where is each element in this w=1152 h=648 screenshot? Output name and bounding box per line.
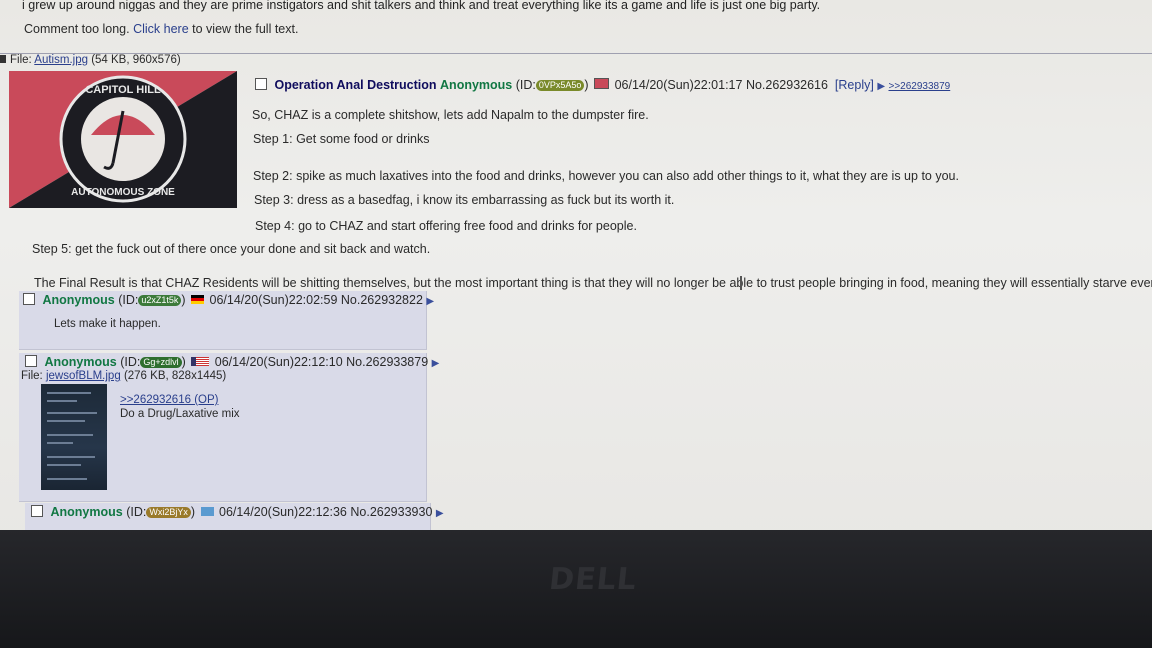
op-post-header: Operation Anal Destruction Anonymous (ID…: [255, 78, 950, 92]
flag-icon: [594, 78, 610, 89]
reply-file-label: File:: [21, 370, 43, 382]
op-id-prefix: (ID:: [515, 78, 536, 92]
previous-post-text: i grew up around niggas and they are pri…: [22, 0, 821, 12]
click-here-link[interactable]: Click here: [133, 22, 189, 36]
reply-name: Anonymous: [42, 293, 115, 307]
op-file-size: (54 KB, 960x576): [91, 54, 181, 66]
comment-too-long-notice: Comment too long. Click here to view the…: [24, 22, 298, 36]
op-body-line-7: The Final Result is that CHAZ Residents …: [34, 276, 1152, 290]
op-poster-id[interactable]: 0VPx5A5o: [535, 80, 585, 91]
post-menu-arrow-icon[interactable]: ▶: [426, 296, 434, 307]
reply-datetime: 06/14/20(Sun)22:02:59: [209, 293, 338, 307]
checkbox-icon[interactable]: [255, 78, 267, 90]
view-full-text-label: to view the full text.: [192, 22, 299, 36]
reply-body: Lets make it happen.: [54, 318, 161, 330]
op-body-line-6: Step 5: get the fuck out of there once y…: [32, 242, 431, 256]
reply-datetime: 06/14/20(Sun)22:12:10: [214, 355, 343, 369]
post-menu-arrow-icon[interactable]: ▶: [432, 358, 440, 369]
op-subject: Operation Anal Destruction: [274, 78, 437, 92]
reply-post-number[interactable]: No.262933930: [350, 505, 432, 519]
checkbox-icon[interactable]: [31, 505, 43, 517]
text-cursor-icon: [740, 276, 742, 290]
reply-file-info: File: jewsofBLM.jpg (276 KB, 828x1445): [21, 370, 226, 382]
reply-name: Anonymous: [50, 505, 123, 519]
reply-name: Anonymous: [44, 355, 117, 369]
op-body-line-3: Step 2: spike as much laxatives into the…: [253, 169, 959, 183]
flag-text-top: CAPITOL HILL: [85, 84, 161, 96]
op-datetime: 06/14/20(Sun)22:01:17: [614, 78, 743, 92]
reply-id-suffix: ): [190, 505, 196, 519]
reply-post: Anonymous (ID: u2xZ1t5k) 06/14/20(Sun)22:…: [19, 291, 434, 350]
op-backlink[interactable]: >>262933879: [889, 81, 951, 92]
op-post-number[interactable]: No.262932616: [746, 78, 828, 92]
reply-poster-id[interactable]: Wxi2BjYx: [146, 507, 191, 518]
reply-id-suffix: ): [181, 293, 186, 307]
chaz-flag-image: CAPITOL HILL AUTONOMOUS ZONE: [9, 71, 237, 208]
op-body-line-5: Step 4: go to CHAZ and start offering fr…: [255, 219, 637, 233]
op-body-line-1: So, CHAZ is a complete shitshow, lets ad…: [252, 108, 649, 122]
op-body-line-2: Step 1: Get some food or drinks: [253, 132, 430, 146]
flag-icon: [191, 295, 205, 304]
checkbox-icon[interactable]: [23, 293, 35, 305]
reply-poster-id[interactable]: Gg+zdlvl: [140, 357, 182, 368]
reply-file-link[interactable]: jewsofBLM.jpg: [46, 370, 121, 382]
file-marker-icon: [0, 55, 6, 63]
op-file-info: File: Autism.jpg (54 KB, 960x576): [10, 54, 181, 66]
reply-file-size: (276 KB, 828x1445): [123, 370, 227, 382]
reply-thumbnail-image[interactable]: [41, 384, 107, 490]
reply-post-number[interactable]: No.262932822: [341, 293, 423, 307]
checkbox-icon[interactable]: [25, 355, 37, 367]
reply-poster-id[interactable]: u2xZ1t5k: [138, 295, 182, 306]
op-file-link[interactable]: Autism.jpg: [34, 54, 88, 66]
reply-body: Do a Drug/Laxative mix: [120, 408, 240, 420]
reply-quote-link[interactable]: >>262932616 (OP): [120, 394, 218, 406]
op-reply-link[interactable]: [Reply]: [835, 78, 874, 92]
reply-id-prefix: (ID:: [118, 293, 139, 307]
flag-icon: [191, 357, 210, 366]
reply-id-suffix: ): [181, 355, 186, 369]
browser-viewport: i grew up around niggas and they are pri…: [0, 0, 1152, 556]
op-body-line-4: Step 3: dress as a basedfag, i know its …: [254, 193, 675, 207]
reply-id-prefix: (ID:: [120, 355, 141, 369]
flag-icon: [200, 507, 214, 516]
reply-id-prefix: (ID:: [126, 505, 147, 519]
post-menu-arrow-icon[interactable]: ▶: [877, 81, 885, 92]
reply-post-number[interactable]: No.262933879: [346, 355, 428, 369]
reply-header: Anonymous (ID: Gg+zdlvl) 06/14/20(Sun)22:…: [25, 355, 439, 369]
op-file-label: File:: [10, 54, 32, 66]
flag-text-bottom: AUTONOMOUS ZONE: [71, 187, 175, 198]
post-menu-arrow-icon[interactable]: ▶: [436, 508, 444, 519]
comment-too-long-label: Comment too long.: [24, 22, 130, 36]
reply-header: Anonymous (ID: u2xZ1t5k) 06/14/20(Sun)22:…: [23, 293, 434, 307]
op-name: Anonymous: [440, 78, 513, 92]
reply-header: Anonymous (ID: Wxi2BjYx) 06/14/20(Sun)22:…: [31, 505, 444, 519]
op-id-suffix: ): [584, 78, 589, 92]
op-image[interactable]: CAPITOL HILL AUTONOMOUS ZONE: [9, 71, 237, 208]
dell-logo: DELL: [547, 562, 639, 597]
reply-datetime: 06/14/20(Sun)22:12:36: [219, 505, 347, 519]
